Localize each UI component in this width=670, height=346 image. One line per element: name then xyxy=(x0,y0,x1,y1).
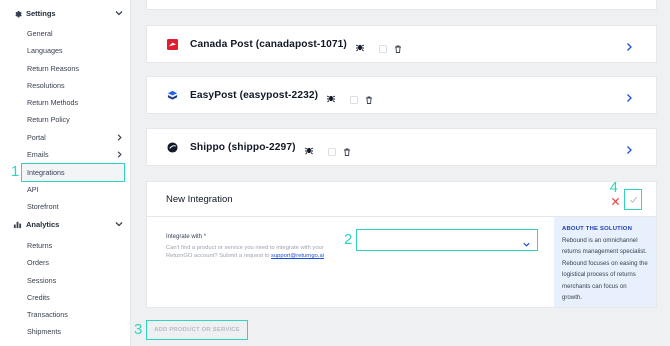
copy-icon[interactable] xyxy=(379,40,387,53)
chevron-right-icon[interactable] xyxy=(624,90,634,102)
chevron-down-icon xyxy=(114,219,124,229)
sidebar-item-credits[interactable]: Credits xyxy=(22,289,124,306)
sidebar-item-label: Resolutions xyxy=(27,81,65,90)
sidebar-item-label: Return Reasons xyxy=(27,64,79,73)
sidebar-item-label: API xyxy=(27,185,39,194)
sidebar-item-return-policy[interactable]: Return Policy xyxy=(22,111,124,128)
analytics-section-header[interactable]: Analytics xyxy=(12,216,124,232)
chevron-right-icon[interactable] xyxy=(624,39,634,51)
sidebar-item-resolutions[interactable]: Resolutions xyxy=(22,77,124,94)
settings-title: Settings xyxy=(26,8,56,18)
integrate-with-label: Integrate with * xyxy=(166,234,207,240)
bug-icon[interactable] xyxy=(326,90,336,103)
chevron-down-icon xyxy=(114,8,124,18)
sidebar-item-general[interactable]: General xyxy=(22,25,124,42)
sidebar-item-storefront[interactable]: Storefront xyxy=(22,198,124,215)
step-marker-3: 3 xyxy=(134,321,143,338)
integration-name: Shippo (shippo-2297) xyxy=(190,141,296,153)
sidebar-item-label: Integrations xyxy=(27,168,65,177)
sidebar-item-languages[interactable]: Languages xyxy=(22,42,124,59)
sidebar-item-portal[interactable]: Portal xyxy=(22,129,124,146)
chevron-right-icon xyxy=(115,133,124,142)
sidebar-item-api[interactable]: API xyxy=(22,181,124,198)
sidebar-item-label: Languages xyxy=(27,46,63,55)
step-marker-2: 2 xyxy=(344,231,353,248)
canada-post-logo xyxy=(167,38,178,50)
sidebar: Settings General Languages Return Reason… xyxy=(0,0,131,346)
trash-icon[interactable] xyxy=(394,40,402,53)
sidebar-item-label: Shipments xyxy=(27,327,61,336)
copy-icon[interactable] xyxy=(327,143,336,156)
sidebar-item-label: General xyxy=(27,29,53,38)
sidebar-item-returns[interactable]: Returns xyxy=(22,237,124,254)
sidebar-item-return-reasons[interactable]: Return Reasons xyxy=(22,60,124,77)
sidebar-item-shipments[interactable]: Shipments xyxy=(22,323,124,340)
integration-name: EasyPost (easypost-2232) xyxy=(190,89,319,101)
sidebar-item-emails[interactable]: Emails xyxy=(22,146,124,163)
integration-card-shippo[interactable]: Shippo (shippo-2297) xyxy=(146,128,657,166)
sidebar-item-label: Sessions xyxy=(27,276,57,285)
integration-card-easypost[interactable]: EasyPost (easypost-2232) xyxy=(146,76,657,114)
bug-icon[interactable] xyxy=(355,39,365,52)
sidebar-item-return-methods[interactable]: Return Methods xyxy=(22,94,124,111)
chevron-right-icon[interactable] xyxy=(624,142,634,154)
sidebar-item-label: Storefront xyxy=(27,202,59,211)
shippo-logo xyxy=(167,141,178,153)
settings-section-header[interactable]: Settings xyxy=(12,5,124,21)
sidebar-item-label: Return Policy xyxy=(27,115,70,124)
sidebar-item-sessions[interactable]: Sessions xyxy=(22,272,124,289)
save-button[interactable] xyxy=(624,189,642,210)
new-integration-title: New Integration xyxy=(166,194,233,205)
sidebar-item-label: Portal xyxy=(27,133,46,142)
support-email-link[interactable]: support@returngo.ai xyxy=(271,253,324,259)
close-icon[interactable] xyxy=(611,193,620,206)
new-integration-card: New Integration 4 Integrate with * Can't… xyxy=(146,180,657,308)
sidebar-item-label: Returns xyxy=(27,241,53,250)
step-marker-1: 1 xyxy=(11,163,20,180)
partial-card xyxy=(146,0,657,10)
sidebar-item-label: Emails xyxy=(27,150,49,159)
sidebar-item-label: Transactions xyxy=(27,310,68,319)
about-title: ABOUT THE SOLUTION xyxy=(562,226,633,232)
sidebar-item-label: Orders xyxy=(27,258,49,267)
analytics-title: Analytics xyxy=(26,219,60,229)
sidebar-item-orders[interactable]: Orders xyxy=(22,254,124,271)
integration-name: Canada Post (canadapost-1071) xyxy=(190,38,347,50)
add-product-button[interactable]: ADD PRODUCT OR SERVICE xyxy=(146,320,248,340)
easypost-logo xyxy=(167,90,178,101)
bar-chart-icon xyxy=(12,219,22,229)
sidebar-item-label: Credits xyxy=(27,293,50,302)
sidebar-item-label: Return Methods xyxy=(27,98,79,107)
about-panel: ABOUT THE SOLUTION Rebound is an omnicha… xyxy=(554,217,656,307)
trash-icon[interactable] xyxy=(365,91,373,104)
integration-card-canada-post[interactable]: Canada Post (canadapost-1071) xyxy=(146,25,657,63)
chevron-right-icon xyxy=(115,150,124,159)
check-icon xyxy=(629,191,638,209)
copy-icon[interactable] xyxy=(350,91,359,104)
about-body: Rebound is an omnichannel returns manage… xyxy=(562,237,648,302)
trash-icon[interactable] xyxy=(343,143,351,156)
bug-icon[interactable] xyxy=(304,142,314,155)
help-text: Can't find a product or service you need… xyxy=(166,244,348,260)
sidebar-item-integrations[interactable]: Integrations xyxy=(21,163,125,182)
integrate-with-select[interactable] xyxy=(356,229,538,251)
gear-icon xyxy=(12,8,22,18)
sidebar-item-transactions[interactable]: Transactions xyxy=(22,306,124,323)
chevron-down-icon xyxy=(522,236,531,247)
